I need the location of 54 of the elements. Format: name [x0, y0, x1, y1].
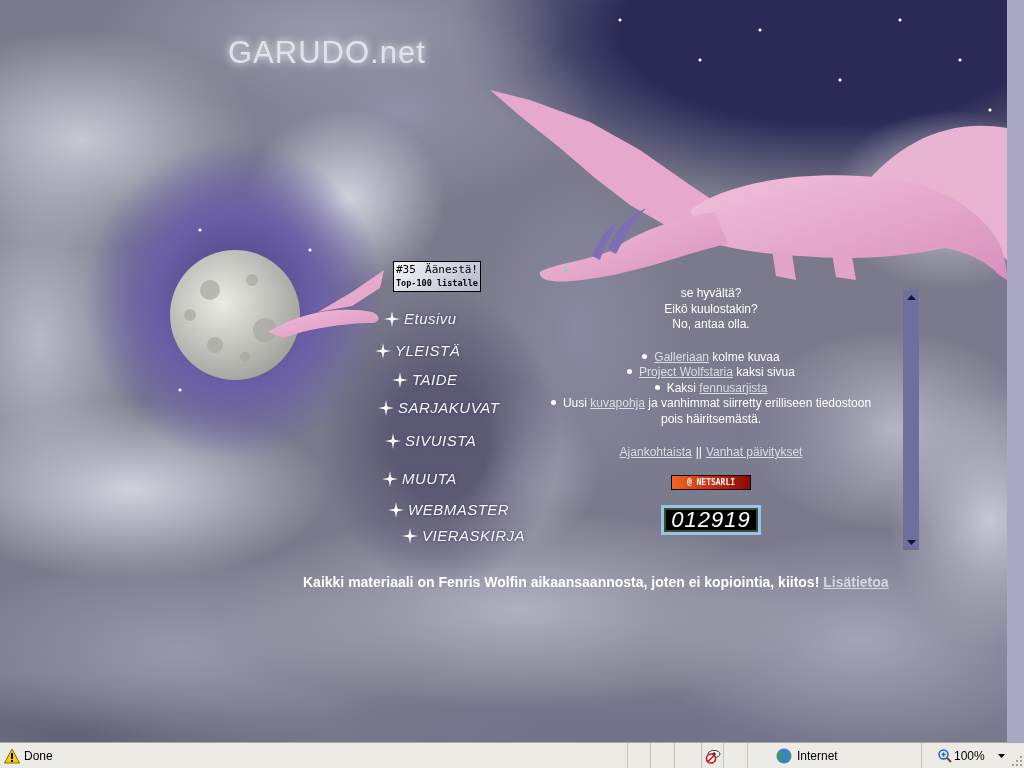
zoom-icon[interactable]: [938, 748, 952, 763]
nav-link[interactable]: VIERASKIRJA: [402, 525, 526, 547]
update-text: Kaksi fennusarjista: [666, 380, 768, 395]
globe-icon: [776, 747, 792, 764]
zone-text: Internet: [797, 747, 838, 765]
vote-badge[interactable]: #35 Äänestä! Top-100 listalle: [393, 261, 481, 292]
bullet-icon: [654, 384, 660, 390]
sparkle-icon: [385, 433, 401, 449]
scrollbar[interactable]: [903, 290, 919, 550]
hit-counter: 012919: [661, 504, 761, 535]
sparkle-icon: [402, 528, 418, 544]
update-link[interactable]: Project Wolfstaria: [639, 365, 733, 379]
nav-link[interactable]: SIVUISTA: [385, 430, 477, 452]
banner-link[interactable]: @ NETSARLI: [671, 474, 751, 490]
caret-down-icon[interactable]: [997, 753, 1005, 758]
zoom-level-text[interactable]: 100%: [954, 746, 985, 765]
site-logo: GARUDO.net: [228, 34, 426, 72]
sparkle-icon: [375, 343, 391, 359]
bullet-icon: [550, 400, 556, 406]
sparkle-icon: [378, 400, 394, 416]
update-text: Galleriaan kolme kuvaa: [654, 349, 780, 364]
sparkle-icon: [384, 311, 400, 327]
update-link[interactable]: kuvapohja: [590, 396, 645, 410]
update-text: Uusi kuvapohja ja vanhimmat siirretty erilliseen tiedostoon pois häiritsemästä.: [562, 396, 872, 426]
copyright-notice: Kaikki materiaali on Fenris Wolfin aikaansaannosta, joten ei kopiointia, kiitos! Lisätietoa: [303, 573, 889, 591]
intro-line: se hyvältä?: [680, 286, 742, 302]
resize-grip-icon[interactable]: [1011, 755, 1022, 766]
update-link[interactable]: fennusarjista: [699, 380, 768, 395]
update-text: Project Wolfstaria kaksi sivua: [639, 365, 795, 379]
intro-line: No, antaa olla.: [672, 317, 750, 333]
status-text: Done: [24, 747, 53, 765]
eye-blocked-icon[interactable]: [704, 747, 721, 764]
nav-link[interactable]: YLEISTÄ: [375, 340, 461, 362]
bullet-icon: [627, 369, 633, 375]
caret-up-icon[interactable]: [906, 295, 916, 300]
page-link[interactable]: Vanhat päivitykset: [705, 445, 803, 461]
bullet-icon: [642, 353, 648, 359]
page-scrollbar[interactable]: [1007, 0, 1024, 742]
link-separator: ||: [695, 445, 702, 461]
nav-link[interactable]: WEBMASTER: [388, 499, 510, 521]
update-link[interactable]: Galleriaan: [654, 349, 709, 364]
vote-text: Äänestä!: [425, 262, 478, 277]
intro-line: Eikö kuulostakin?: [664, 301, 758, 317]
nav-link[interactable]: MUUTA: [382, 468, 457, 490]
nav-link[interactable]: Etusivu: [384, 308, 457, 330]
sparkle-icon: [382, 471, 398, 487]
sparkle-icon: [392, 372, 408, 388]
caption-text: Top-100 listalle: [396, 277, 478, 290]
nav-link[interactable]: TAIDE: [392, 369, 458, 391]
page-link[interactable]: Ajankohtaista: [619, 445, 692, 461]
rank-text: #35: [396, 262, 416, 277]
sparkle-icon: [388, 502, 404, 518]
warning-icon: [4, 747, 20, 764]
nav-link[interactable]: SARJAKUVAT: [378, 397, 500, 419]
